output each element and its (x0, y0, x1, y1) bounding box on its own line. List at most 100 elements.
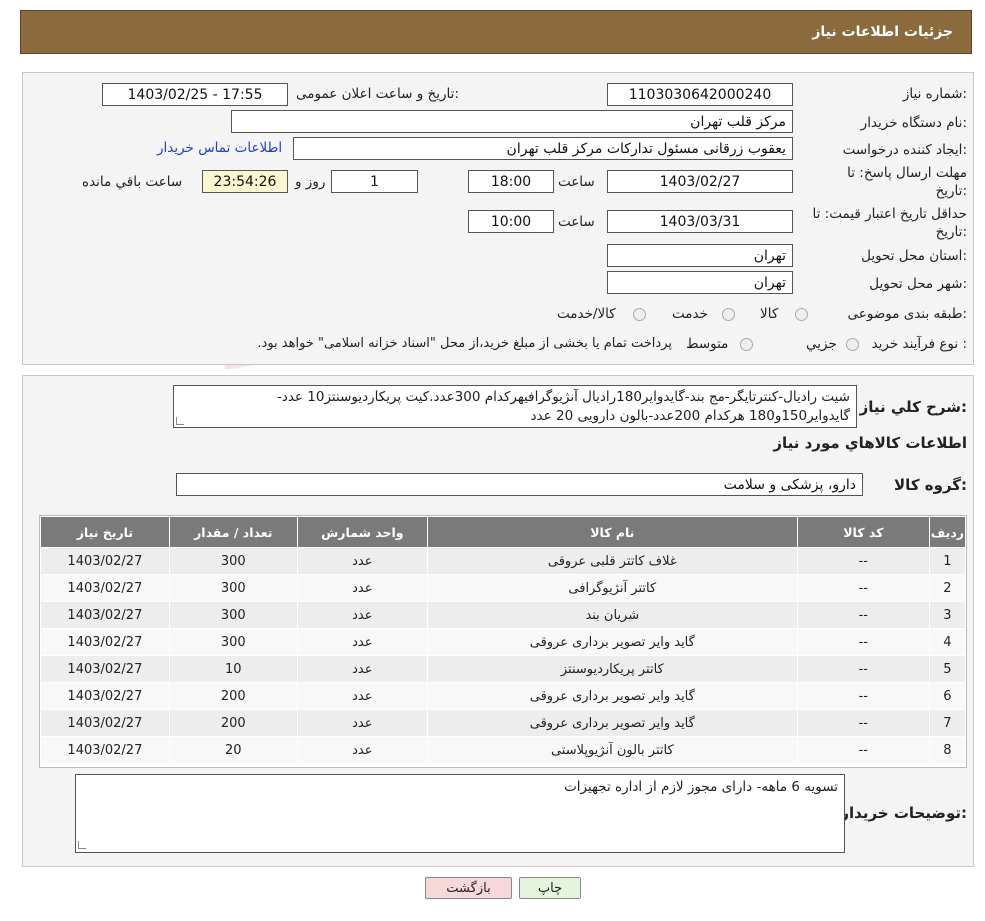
need-number-field: 1103030642000240 (607, 83, 793, 106)
cell-name: غلاف کاتتر قلبی عروقی (426, 547, 798, 575)
city-label: شهر محل تحویل: (869, 276, 967, 292)
cell-quantity: 300 (168, 601, 298, 629)
cell-date: 1403/02/27 (40, 628, 170, 656)
cell-date: 1403/02/27 (40, 655, 170, 683)
cell-unit: عدد (296, 601, 428, 629)
goods-group-label: گروه کالا: (894, 476, 967, 494)
table-row: 2 -- کاتتر آنژیوگرافی عدد 300 1403/02/27 (40, 574, 967, 602)
cell-code: -- (796, 682, 930, 710)
cell-row-number: 6 (928, 682, 967, 710)
buyer-notes-resize-handle[interactable] (78, 841, 86, 849)
table-row: 4 -- گاید وایر تصویر برداری عروقی عدد 300 140… (40, 628, 967, 656)
description-resize-handle[interactable] (176, 417, 184, 425)
col-header-code: کد کالا (796, 516, 930, 548)
creator-field: یعقوب زرقانی مسئول تدارکات مرکز قلب تهرا… (293, 137, 793, 160)
cell-unit: عدد (296, 736, 428, 764)
category-both-label: کالا/خدمت (557, 306, 616, 322)
description-text: شیت رادیال-کنترتایگر-مج بند-گایدوایر180ر… (276, 389, 850, 424)
cell-quantity: 300 (168, 574, 298, 602)
buyer-contact-link[interactable]: اطلاعات تماس خریدار (157, 140, 282, 156)
cell-quantity: 200 (168, 709, 298, 737)
table-row: 3 -- شریان بند عدد 300 1403/02/27 (40, 601, 967, 629)
cell-row-number: 2 (928, 574, 967, 602)
table-row: 8 -- کاتتر بالون آنژیوپلاستی عدد 20 1403/02/2… (40, 736, 967, 764)
description-label: شرح کلي نياز: (859, 398, 967, 416)
cell-date: 1403/02/27 (40, 574, 170, 602)
table-row: 5 -- کاتتر پریکاردیوسنتز عدد 10 1403/02/27 (40, 655, 967, 683)
deadline-label-date: تاریخ: (935, 183, 967, 199)
buyer-org-field: مرکز قلب تهران (231, 110, 793, 133)
remaining-label: ساعت باقي مانده (82, 174, 183, 190)
buyer-notes-text: تسویه 6 ماهه- دارای مجوز لازم از اداره ت… (564, 779, 838, 795)
category-both-radio[interactable] (633, 308, 646, 321)
col-header-name: نام کالا (426, 516, 798, 548)
table-row: 1 -- غلاف کاتتر قلبی عروقی عدد 300 1403/02/27 (40, 547, 967, 575)
validity-label: حداقل تاریخ اعتبار قیمت: تا (812, 206, 967, 222)
cell-unit: عدد (296, 709, 428, 737)
province-label: استان محل تحویل: (861, 248, 967, 264)
cell-quantity: 200 (168, 682, 298, 710)
days-field: 1 (331, 170, 418, 193)
days-label: روز و (295, 174, 326, 190)
cell-row-number: 7 (928, 709, 967, 737)
description-textarea[interactable]: شیت رادیال-کنترتایگر-مج بند-گایدوایر180ر… (173, 385, 857, 428)
cell-date: 1403/02/27 (40, 601, 170, 629)
cell-quantity: 20 (168, 736, 298, 764)
table-row: 6 -- گاید وایر تصویر برداری عروقی عدد 200 140… (40, 682, 967, 710)
back-button[interactable]: بازگشت (425, 877, 512, 899)
print-button[interactable]: چاپ (519, 877, 581, 899)
buyer-notes-label: توضیحات خریدار: (840, 804, 967, 822)
goods-table-header-row: ردیف کد کالا نام کالا واحد شمارش تعداد /… (40, 516, 967, 548)
purchase-medium-radio[interactable] (740, 338, 753, 351)
cell-name: کاتتر آنژیوگرافی (426, 574, 798, 602)
deadline-label: مهلت ارسال پاسخ: تا (847, 165, 967, 181)
category-goods-radio[interactable] (795, 308, 808, 321)
cell-name: شریان بند (426, 601, 798, 629)
cell-quantity: 300 (168, 628, 298, 656)
province-field: تهران (607, 244, 793, 267)
deadline-time-label: ساعت (558, 174, 595, 190)
cell-code: -- (796, 736, 930, 764)
purchase-type-label: نوع فرآیند خرید : (871, 336, 967, 352)
category-service-label: خدمت (672, 306, 708, 322)
cell-row-number: 5 (928, 655, 967, 683)
cell-unit: عدد (296, 655, 428, 683)
cell-name: گاید وایر تصویر برداری عروقی (426, 709, 798, 737)
goods-table-container: ردیف کد کالا نام کالا واحد شمارش تعداد /… (39, 515, 967, 768)
purchase-minor-label: جزیي (806, 336, 837, 352)
category-service-radio[interactable] (722, 308, 735, 321)
cell-name: کاتتر بالون آنژیوپلاستی (426, 736, 798, 764)
cell-row-number: 8 (928, 736, 967, 764)
validity-date-field: 1403/03/31 (607, 210, 793, 233)
cell-code: -- (796, 547, 930, 575)
cell-row-number: 1 (928, 547, 967, 575)
buyer-notes-textarea[interactable]: تسویه 6 ماهه- دارای مجوز لازم از اداره ت… (75, 774, 845, 853)
goods-table: ردیف کد کالا نام کالا واحد شمارش تعداد /… (40, 516, 967, 764)
purchase-medium-label: متوسط (686, 336, 729, 352)
col-header-date: تاریخ نیاز (40, 516, 170, 548)
purchase-minor-radio[interactable] (846, 338, 859, 351)
cell-unit: عدد (296, 547, 428, 575)
announce-field: 1403/02/25 - 17:55 (102, 83, 288, 106)
page-header: جزئیات اطلاعات نیاز (20, 10, 972, 54)
cell-row-number: 3 (928, 601, 967, 629)
category-label: طبقه بندی موضوعی: (847, 306, 967, 322)
cell-unit: عدد (296, 682, 428, 710)
cell-date: 1403/02/27 (40, 709, 170, 737)
validity-time-field: 10:00 (468, 210, 554, 233)
deadline-time-field: 18:00 (468, 170, 554, 193)
cell-code: -- (796, 655, 930, 683)
cell-date: 1403/02/27 (40, 736, 170, 764)
goods-group-field: دارو، پزشکی و سلامت (176, 473, 863, 496)
cell-date: 1403/02/27 (40, 682, 170, 710)
cell-unit: عدد (296, 628, 428, 656)
cell-name: گاید وایر تصویر برداری عروقی (426, 682, 798, 710)
cell-name: گاید وایر تصویر برداری عروقی (426, 628, 798, 656)
creator-label: ایجاد کننده درخواست: (842, 142, 967, 158)
cell-code: -- (796, 709, 930, 737)
cell-name: کاتتر پریکاردیوسنتز (426, 655, 798, 683)
col-header-unit: واحد شمارش (296, 516, 428, 548)
remaining-time-field: 23:54:26 (202, 170, 288, 193)
cell-code: -- (796, 601, 930, 629)
col-header-row-number: ردیف (928, 516, 967, 548)
